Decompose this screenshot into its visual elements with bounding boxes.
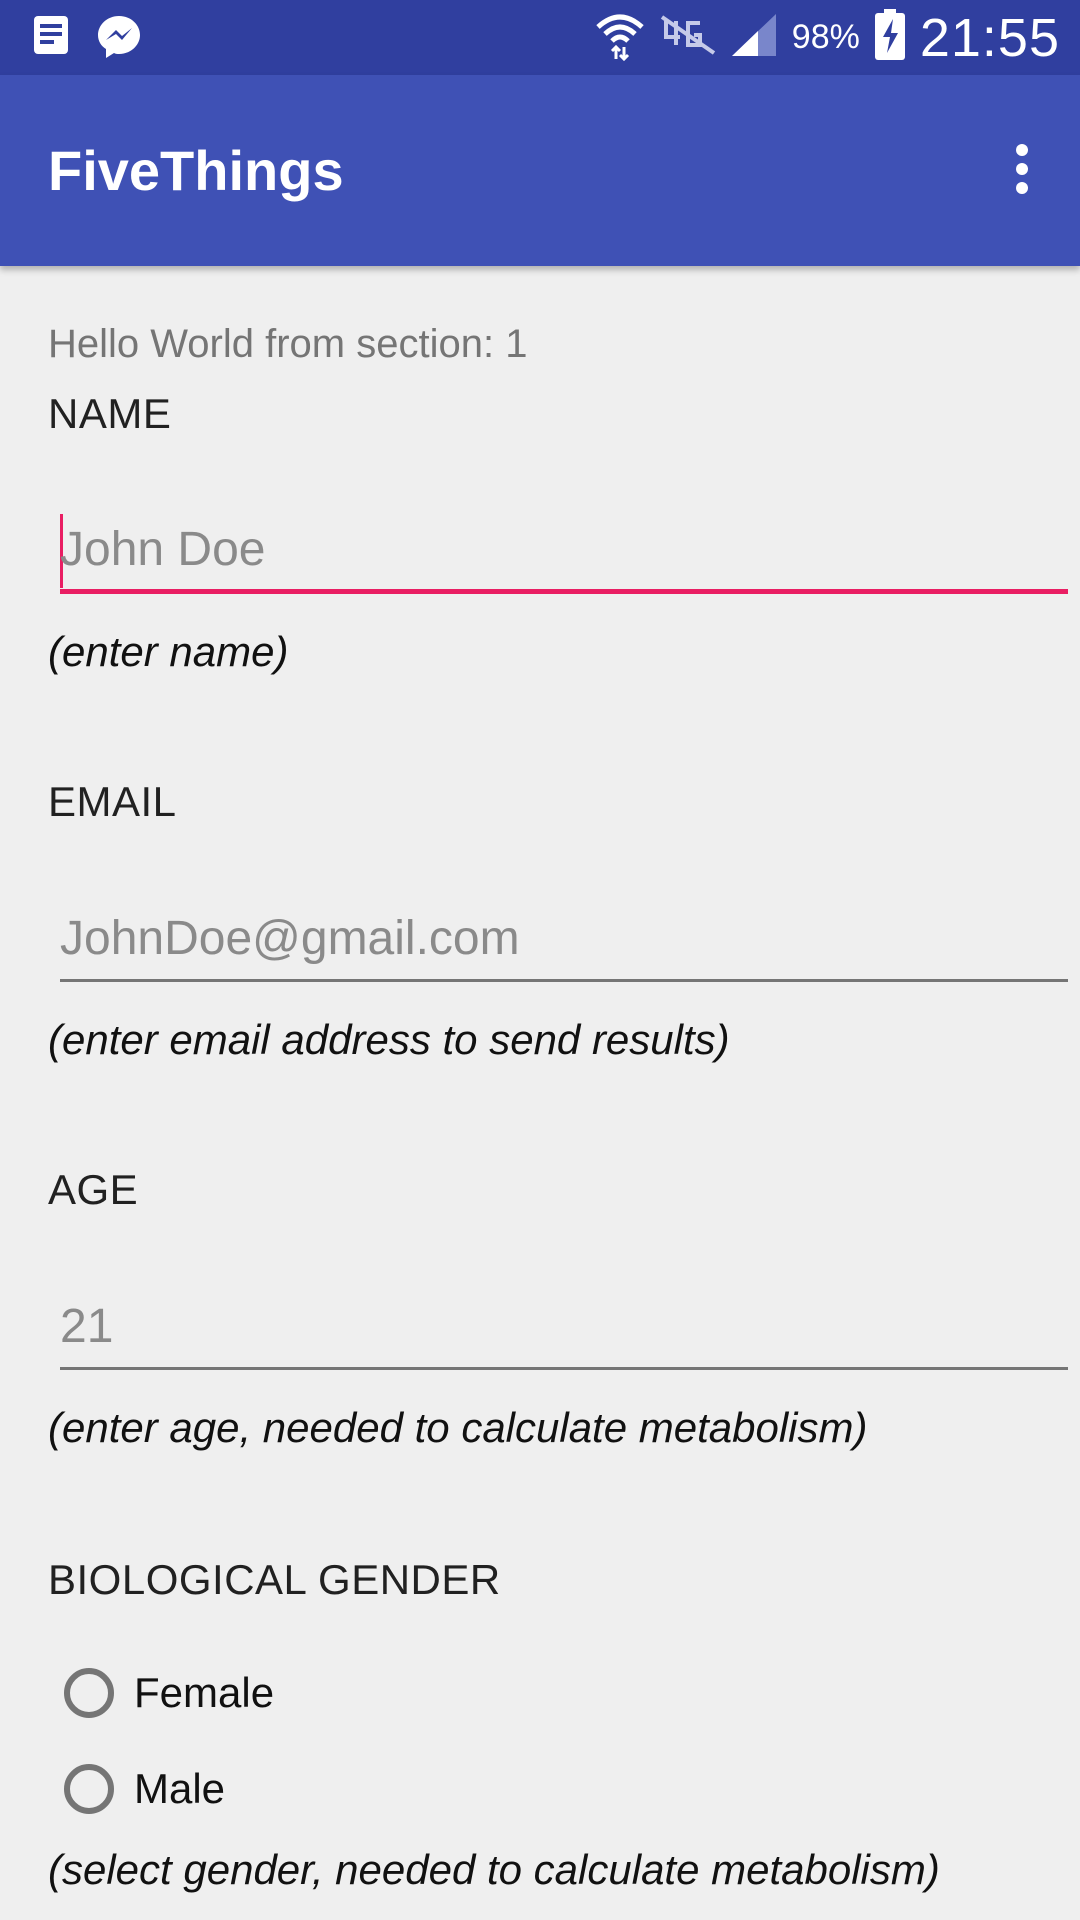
section-text: Hello World from section: 1	[48, 322, 528, 366]
wifi-icon	[594, 9, 646, 66]
radio-female[interactable]: Female	[64, 1668, 274, 1718]
email-label: EMAIL	[48, 778, 177, 825]
more-vert-icon	[1014, 142, 1030, 201]
radio-male[interactable]: Male	[64, 1764, 225, 1814]
overflow-menu-button[interactable]	[990, 123, 1054, 219]
name-input[interactable]	[60, 510, 1068, 594]
battery-percent: 98%	[791, 18, 860, 56]
radio-button-female[interactable]	[64, 1668, 114, 1718]
status-bar-left-icons	[32, 14, 142, 65]
battery-charging-icon	[874, 9, 906, 66]
age-input[interactable]	[60, 1286, 1068, 1370]
gender-label: BIOLOGICAL GENDER	[48, 1556, 501, 1603]
name-hint: (enter name)	[48, 628, 289, 675]
gender-hint: (select gender, needed to calculate meta…	[48, 1846, 940, 1893]
radio-label-male: Male	[134, 1765, 226, 1812]
status-bar-right-icons: 98% 21:55	[594, 0, 1060, 75]
notes-icon	[32, 14, 72, 65]
email-input[interactable]	[60, 898, 1068, 982]
age-label: AGE	[48, 1166, 139, 1213]
name-label: NAME	[48, 390, 172, 437]
app-title: FiveThings	[48, 138, 344, 202]
email-hint: (enter email address to send results)	[48, 1016, 730, 1063]
age-hint: (enter age, needed to calculate metaboli…	[48, 1404, 868, 1451]
radio-label-female: Female	[134, 1669, 275, 1716]
messenger-icon	[96, 14, 142, 65]
radio-button-male[interactable]	[64, 1764, 114, 1814]
signal-icon	[730, 12, 778, 63]
no-lte-icon	[660, 15, 716, 60]
clock: 21:55	[919, 7, 1060, 68]
app-bar: FiveThings	[0, 75, 1080, 266]
